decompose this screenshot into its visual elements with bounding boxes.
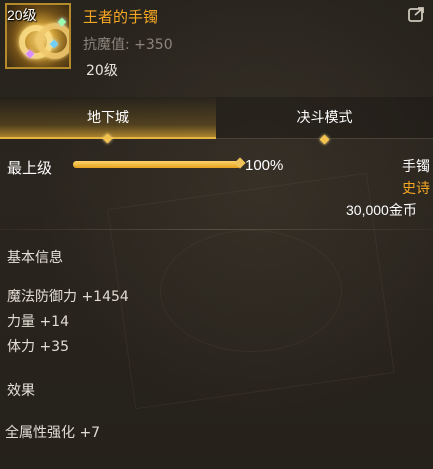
basic-stat-line: 魔法防御力 +1454 xyxy=(7,289,129,305)
mode-tabs: 地下城 决斗模式 xyxy=(0,97,433,145)
effect-line: 全属性强化 +7 xyxy=(5,425,101,441)
basic-stat-line: 力量 +14 xyxy=(7,314,69,330)
share-icon[interactable] xyxy=(408,6,426,22)
tab-duel-mode[interactable]: 决斗模式 xyxy=(216,97,433,145)
section-divider xyxy=(0,229,433,230)
basic-info-title: 基本信息 xyxy=(7,250,63,266)
item-tooltip-panel: 20级 王者的手镯 抗魔值: +350 20级 地下城 决斗模式 最上级 100… xyxy=(0,0,433,469)
effects-title: 效果 xyxy=(7,383,35,399)
item-rarity: 史诗 xyxy=(402,181,430,197)
background-pattern-ring xyxy=(160,230,342,352)
tab-dungeon[interactable]: 地下城 xyxy=(0,97,216,144)
tab-diamond-icon xyxy=(102,133,113,144)
grade-progress-fill xyxy=(73,161,241,168)
item-price: 30,000金币 xyxy=(346,202,417,218)
item-type: 手镯 xyxy=(402,159,430,175)
item-level-badge: 20级 xyxy=(7,7,37,23)
grade-progress-bar xyxy=(73,161,241,168)
basic-stat-line: 体力 +35 xyxy=(7,339,69,355)
item-header: 20级 王者的手镯 抗魔值: +350 20级 xyxy=(0,0,433,96)
item-name: 王者的手镯 xyxy=(83,8,159,26)
grade-percent: 100% xyxy=(245,157,284,174)
item-primary-stat: 抗魔值: +350 xyxy=(83,37,173,53)
grade-label: 最上级 xyxy=(7,159,53,177)
tab-duel-label: 决斗模式 xyxy=(296,110,353,126)
item-level: 20级 xyxy=(86,63,118,79)
tab-dungeon-label: 地下城 xyxy=(87,110,129,126)
tab-diamond-icon xyxy=(319,134,329,145)
